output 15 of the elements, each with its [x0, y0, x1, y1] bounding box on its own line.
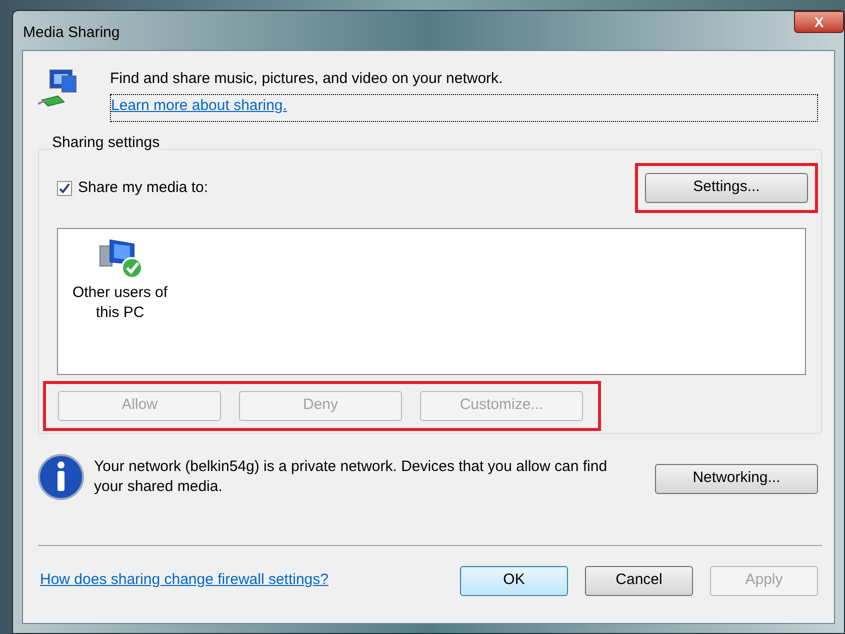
device-item[interactable]: Other users of this PC — [65, 236, 175, 366]
firewall-link[interactable]: How does sharing change firewall settings? — [40, 568, 328, 591]
settings-button[interactable]: Settings... — [645, 172, 808, 202]
header-text: Find and share music, pictures, and video on your network. — [110, 69, 504, 89]
info-text: Your network (belkin54g) is a private network. Devices that you allow can find your shared media. — [94, 456, 608, 496]
window-title: Media Sharing — [23, 23, 120, 43]
share-checkbox[interactable] — [57, 181, 72, 196]
dialog-button[interactable]: OK — [460, 566, 568, 596]
learn-more-link[interactable]: Learn more about sharing. — [110, 94, 818, 122]
dialog-button[interactable]: Cancel — [585, 566, 693, 596]
networking-button[interactable]: Networking... — [655, 464, 818, 494]
close-button[interactable]: X — [794, 11, 844, 33]
device-label: Other users of this PC — [71, 282, 169, 322]
checkbox-label: Share my media to: — [78, 178, 208, 198]
info-icon — [37, 452, 85, 500]
